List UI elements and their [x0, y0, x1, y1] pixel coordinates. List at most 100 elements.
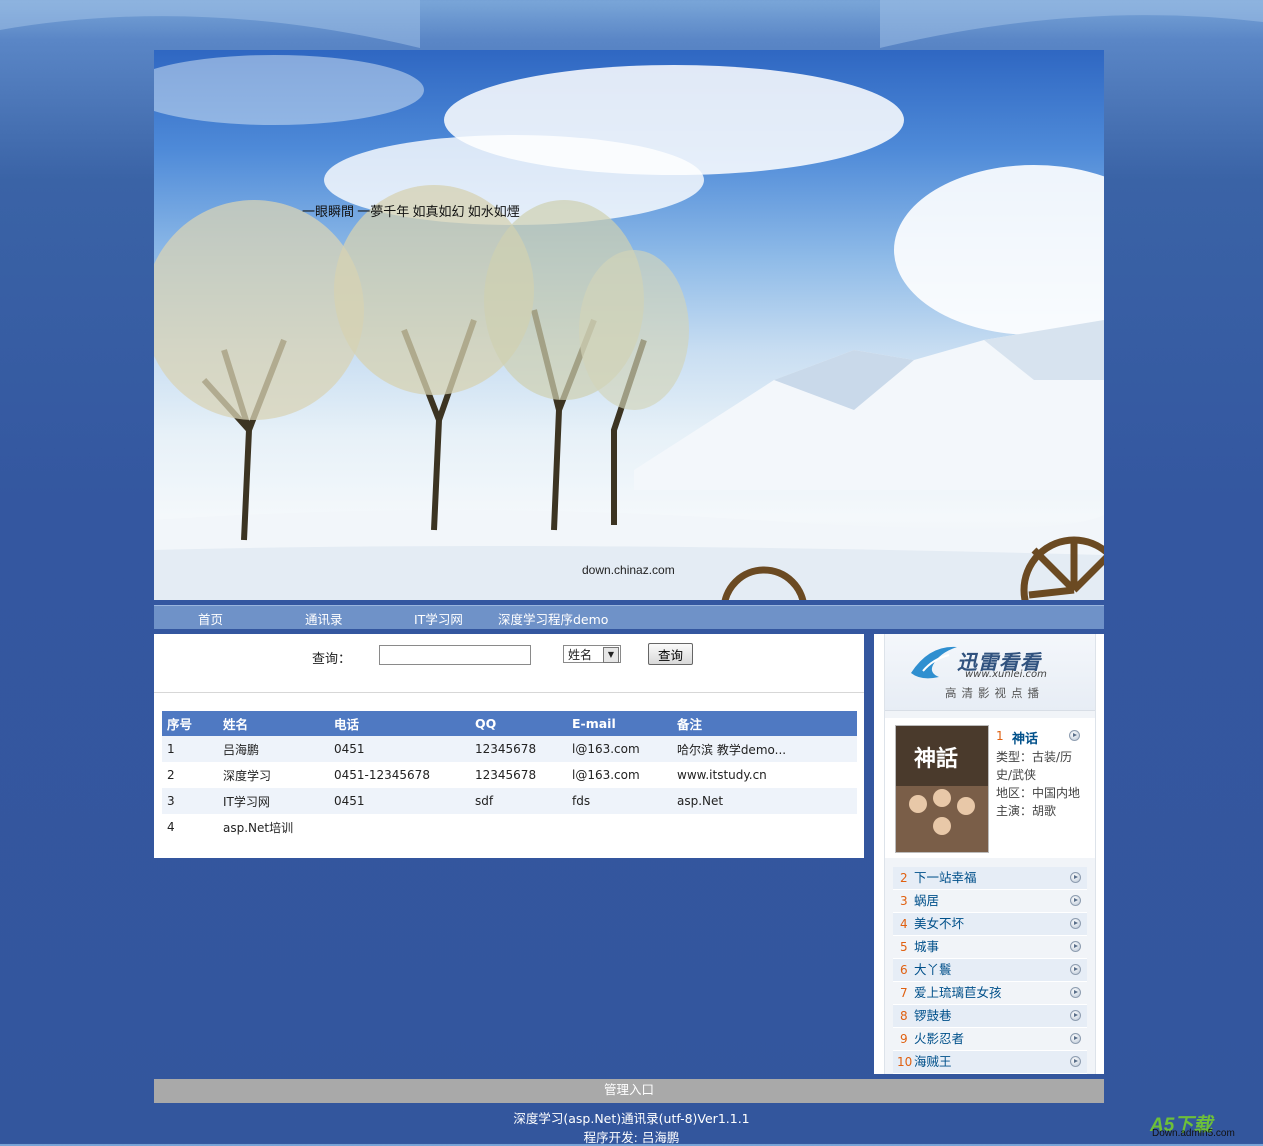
col-header-note: 备注 [672, 711, 857, 736]
table-row: 2 深度学习 0451-12345678 12345678 l@163.com … [162, 762, 857, 788]
table-header-row: 序号 姓名 电话 QQ E-mail 备注 [162, 711, 857, 736]
rank-title[interactable]: 锣鼓巷 [914, 1005, 952, 1027]
list-item[interactable]: 2 下一站幸福 [893, 867, 1087, 890]
list-item[interactable]: 8 锣鼓巷 [893, 1005, 1087, 1028]
cell-note [672, 814, 857, 840]
featured-region: 地区：中国内地 [996, 786, 1081, 800]
rank-number: 6 [900, 963, 908, 977]
movie-poster[interactable]: 神話 [895, 725, 989, 853]
cell-phone: 0451-12345678 [334, 768, 430, 782]
rank-number: 4 [900, 917, 908, 931]
play-icon[interactable] [1070, 987, 1081, 998]
xunlei-logo[interactable]: 迅雷看看 www.xunlei.com 高清影视点播 [885, 634, 1095, 711]
main-nav: 首页 通讯录 IT学习网 深度学习程序demo [154, 605, 1104, 629]
cell-note: 哈尔滨 教学demo... [672, 736, 857, 762]
rank-number: 9 [900, 1032, 908, 1046]
list-item[interactable]: 10 海贼王 [893, 1051, 1087, 1074]
nav-contacts[interactable]: 通讯录 [305, 609, 343, 628]
featured-info: 类型：古装/历史/武侠 地区：中国内地 主演：胡歌 [996, 748, 1084, 820]
nav-demo[interactable]: 深度学习程序demo [498, 609, 608, 628]
table-row: 1 吕海鹏 0451 12345678 l@163.com 哈尔滨 教学demo… [162, 736, 857, 762]
nav-it-study[interactable]: IT学习网 [414, 609, 463, 628]
cell-phone: 0451 [329, 736, 470, 762]
list-item[interactable]: 5 城事 [893, 936, 1087, 959]
cell-index: 1 [162, 736, 218, 762]
cell-name: 吕海鹏 [218, 736, 329, 762]
play-icon[interactable] [1070, 1033, 1081, 1044]
featured-title[interactable]: 神话 [1012, 728, 1038, 747]
col-header-name: 姓名 [218, 711, 329, 736]
rank-number: 3 [900, 894, 908, 908]
play-icon[interactable] [1070, 895, 1081, 906]
play-icon[interactable] [1070, 964, 1081, 975]
cell-note: asp.Net [672, 788, 857, 814]
rank-title[interactable]: 大丫鬟 [914, 959, 952, 981]
rank-title[interactable]: 火影忍者 [914, 1028, 964, 1050]
banner-image: 一眼瞬間 一夢千年 如真如幻 如水如煙 down.chinaz.com [154, 50, 1104, 600]
play-icon[interactable] [1070, 1056, 1081, 1067]
cell-name: 深度学习 [223, 768, 272, 783]
featured-movie[interactable]: 神話 1 神话 类型：古装/历史/武侠 地区：中国内地 主演：胡歌 [885, 718, 1095, 858]
list-item[interactable]: 7 爱上琉璃苣女孩 [893, 982, 1087, 1005]
rank-title[interactable]: 美女不坏 [914, 913, 964, 935]
logo-subtitle: 高清影视点播 [945, 686, 1044, 700]
rank-number: 2 [900, 871, 908, 885]
search-input[interactable] [379, 645, 531, 665]
featured-type: 类型：古装/历史/武侠 [996, 750, 1073, 782]
cell-note: www.itstudy.cn [677, 768, 767, 782]
rank-title[interactable]: 城事 [914, 936, 939, 958]
cell-name: asp.Net培训 [223, 820, 294, 835]
cell-qq: 12345678 [475, 768, 537, 782]
rank-title[interactable]: 蜗居 [914, 890, 939, 912]
chevron-down-icon[interactable]: ▼ [603, 647, 619, 663]
play-icon[interactable] [1070, 1010, 1081, 1021]
table-row: 4 asp.Net培训 [162, 814, 857, 840]
watermark-url: Down.admin5.com [1152, 1128, 1235, 1139]
cell-email: l@163.com [572, 768, 640, 782]
col-header-qq: QQ [470, 711, 567, 736]
rank-number: 10 [897, 1055, 913, 1069]
footer-developer: 程序开发: 吕海鹏 [583, 1130, 680, 1145]
winter-landscape-illustration [154, 55, 1104, 600]
cell-email: l@163.com [567, 736, 672, 762]
rank-number: 5 [900, 940, 908, 954]
search-field-select-value: 姓名 [568, 648, 593, 662]
table-row: 3 IT学习网 0451 sdf fds asp.Net [162, 788, 857, 814]
cell-index: 4 [167, 820, 175, 834]
list-item[interactable]: 6 大丫鬟 [893, 959, 1087, 982]
query-button[interactable]: 查询 [648, 643, 693, 665]
featured-star: 主演：胡歌 [996, 804, 1057, 818]
col-header-index: 序号 [162, 711, 218, 736]
play-icon[interactable] [1070, 872, 1081, 883]
list-item[interactable]: 3 蜗居 [893, 890, 1087, 913]
col-header-email: E-mail [567, 711, 672, 736]
search-field-select[interactable]: 姓名 ▼ [563, 645, 621, 663]
search-label: 查询： [312, 652, 352, 667]
cell-phone [329, 814, 470, 840]
col-header-phone: 电话 [329, 711, 470, 736]
nav-home[interactable]: 首页 [198, 609, 223, 628]
banner-credit: down.chinaz.com [582, 563, 675, 577]
contacts-panel: 查询： 姓名 ▼ 查询 序号 姓名 电话 QQ E-mail 备注 1 吕海鹏 … [154, 634, 864, 858]
poster-title: 神話 [914, 746, 958, 772]
cell-name: IT学习网 [218, 788, 329, 814]
rank-title[interactable]: 下一站幸福 [914, 867, 977, 889]
sidebar-inner: 迅雷看看 www.xunlei.com 高清影视点播 神話 1 神话 类型：古装… [884, 634, 1096, 1074]
rank-title[interactable]: 海贼王 [914, 1051, 952, 1073]
cell-qq [470, 814, 567, 840]
contacts-table: 序号 姓名 电话 QQ E-mail 备注 1 吕海鹏 0451 1234567… [162, 711, 857, 840]
featured-rank: 1 [996, 729, 1004, 743]
admin-entry-link[interactable]: 管理入口 [154, 1079, 1104, 1103]
list-item[interactable]: 4 美女不坏 [893, 913, 1087, 936]
play-icon[interactable] [1069, 730, 1080, 741]
list-item[interactable]: 9 火影忍者 [893, 1028, 1087, 1051]
play-icon[interactable] [1070, 941, 1081, 952]
footer-version: 深度学习(asp.Net)通讯录(utf-8)Ver1.1.1 [513, 1111, 750, 1126]
play-icon[interactable] [1070, 918, 1081, 929]
logo-url: www.xunlei.com [965, 669, 1047, 680]
cell-qq: sdf [470, 788, 567, 814]
rank-title[interactable]: 爱上琉璃苣女孩 [914, 982, 1002, 1004]
cell-index: 2 [167, 768, 175, 782]
cell-index: 3 [162, 788, 218, 814]
banner-poem: 一眼瞬間 一夢千年 如真如幻 如水如煙 [302, 204, 520, 219]
